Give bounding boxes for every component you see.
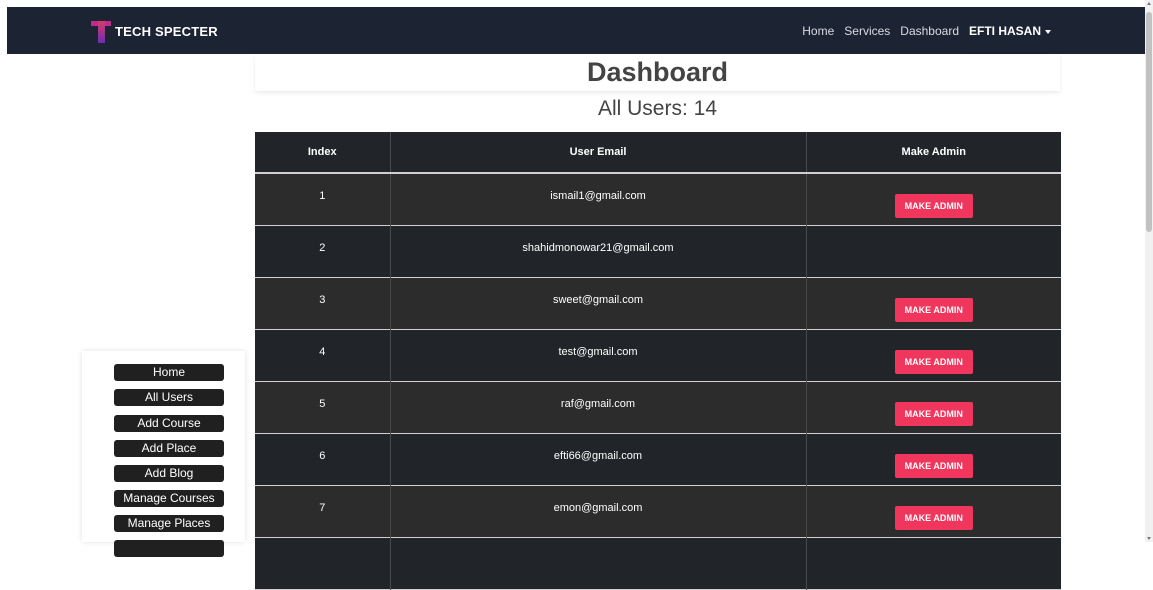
row-index: 4 [255, 329, 391, 381]
sidebar-item-add-blog[interactable]: Add Blog [114, 465, 224, 482]
table-row: 3 sweet@gmail.com MAKE ADMIN [255, 277, 1061, 329]
table-row: 2 shahidmonowar21@gmail.com [255, 225, 1061, 277]
sidebar-item-manage-places[interactable]: Manage Places [114, 515, 224, 532]
make-admin-button[interactable]: MAKE ADMIN [894, 506, 973, 530]
column-header-make-admin: Make Admin [806, 132, 1061, 174]
row-action-cell: MAKE ADMIN [806, 381, 1061, 433]
row-action-cell: MAKE ADMIN [806, 173, 1061, 225]
row-action-cell: MAKE ADMIN [806, 433, 1061, 485]
dashboard-sidebar: Home All Users Add Course Add Place Add … [82, 351, 245, 557]
nav-link-dashboard[interactable]: Dashboard [900, 24, 959, 38]
make-admin-button[interactable]: MAKE ADMIN [894, 402, 973, 426]
users-table: Index User Email Make Admin 1 ismail1@gm… [255, 132, 1061, 590]
sidebar-item-add-course[interactable]: Add Course [114, 415, 224, 432]
row-action-cell: MAKE ADMIN [806, 485, 1061, 537]
row-email: emon@gmail.com [390, 485, 807, 537]
user-menu-toggle[interactable]: EFTI HASAN [969, 24, 1051, 38]
row-email: sweet@gmail.com [390, 277, 807, 329]
row-email: raf@gmail.com [390, 381, 807, 433]
make-admin-button[interactable]: MAKE ADMIN [894, 298, 973, 322]
row-email: test@gmail.com [390, 329, 807, 381]
table-row: 4 test@gmail.com MAKE ADMIN [255, 329, 1061, 381]
sidebar-item-add-place[interactable]: Add Place [114, 440, 224, 457]
row-email: ismail1@gmail.com [390, 173, 807, 225]
row-action-cell: MAKE ADMIN [806, 329, 1061, 381]
row-index: 7 [255, 485, 391, 537]
row-email: shahidmonowar21@gmail.com [390, 225, 807, 277]
brand-name: TECH SPECTER [115, 23, 218, 39]
nav-links: Home Services Dashboard EFTI HASAN [792, 24, 1051, 38]
table-row: 6 efti66@gmail.com MAKE ADMIN [255, 433, 1061, 485]
brand-mark-icon [91, 19, 113, 43]
nav-link-services[interactable]: Services [844, 24, 890, 38]
table-row: 5 raf@gmail.com MAKE ADMIN [255, 381, 1061, 433]
column-header-email: User Email [390, 132, 807, 174]
row-index: 6 [255, 433, 391, 485]
nav-link-home[interactable]: Home [802, 24, 834, 38]
make-admin-button[interactable]: MAKE ADMIN [894, 350, 973, 374]
row-index [255, 537, 391, 589]
top-navbar: TECH SPECTER Home Services Dashboard EFT… [7, 7, 1145, 54]
row-email: efti66@gmail.com [390, 433, 807, 485]
sidebar-item-all-users[interactable]: All Users [114, 389, 224, 406]
caret-down-icon [1045, 29, 1051, 34]
browser-top-strip [0, 0, 1153, 7]
dashboard-header: Dashboard [255, 54, 1060, 91]
table-row: 7 emon@gmail.com MAKE ADMIN [255, 485, 1061, 537]
table-row: 1 ismail1@gmail.com MAKE ADMIN [255, 173, 1061, 225]
sidebar-item-home[interactable]: Home [114, 364, 224, 381]
column-header-index: Index [255, 132, 391, 174]
make-admin-button[interactable]: MAKE ADMIN [894, 194, 973, 219]
row-email [390, 537, 807, 589]
sidebar-item-manage-courses[interactable]: Manage Courses [114, 490, 224, 507]
row-index: 1 [255, 173, 391, 225]
make-admin-button[interactable]: MAKE ADMIN [894, 454, 973, 478]
scrollbar-thumb[interactable] [1146, 12, 1152, 232]
scroll-up-arrow-icon[interactable] [1147, 2, 1151, 5]
row-index: 3 [255, 277, 391, 329]
brand-logo[interactable]: TECH SPECTER [91, 19, 218, 43]
scroll-down-arrow-icon[interactable] [1147, 537, 1151, 540]
page-title: Dashboard [586, 57, 729, 87]
sidebar-item-next[interactable] [114, 540, 224, 557]
user-name: EFTI HASAN [969, 24, 1041, 38]
table-row [255, 537, 1061, 589]
row-action-cell [806, 225, 1061, 277]
all-users-count: All Users: 14 [597, 97, 718, 120]
row-index: 5 [255, 381, 391, 433]
row-action-cell [806, 537, 1061, 589]
row-action-cell: MAKE ADMIN [806, 277, 1061, 329]
row-index: 2 [255, 225, 391, 277]
table-header-row: Index User Email Make Admin [255, 132, 1061, 174]
vertical-scrollbar[interactable] [1145, 0, 1153, 542]
